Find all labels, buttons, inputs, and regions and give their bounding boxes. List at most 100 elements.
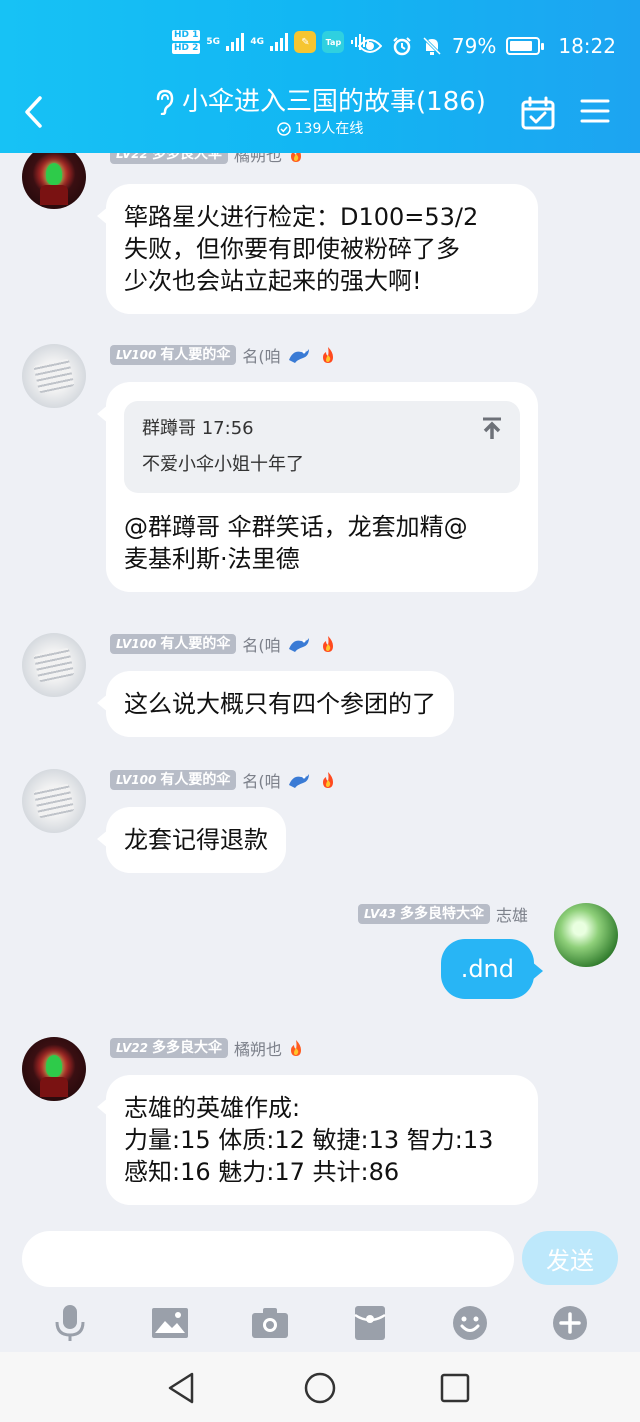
avatar[interactable]	[22, 769, 86, 833]
sender-nick[interactable]: 橘朔也	[234, 153, 282, 166]
status-bar: HD 1 HD 2 5G 4G ✎ Tap 79% 18:22	[0, 28, 640, 68]
message-bubble[interactable]: 筚路星火进行检定：D100=53/2 失败，但你要有即使被粉碎了多 少次也会站立…	[97, 184, 538, 314]
chat-header: HD 1 HD 2 5G 4G ✎ Tap 79% 18:22 小伞进入三国的故	[0, 0, 640, 153]
hd-indicators: HD 1 HD 2	[172, 30, 201, 54]
fire-icon	[291, 1040, 301, 1056]
camera-button[interactable]	[250, 1303, 290, 1343]
quote-header: 群蹲哥 17:56	[142, 418, 254, 439]
mic-icon	[55, 1304, 85, 1341]
red-packet-button[interactable]	[350, 1303, 390, 1343]
chat-history[interactable]: LV22 多多良大伞 橘朔也 筚路星火进行检定：D100=53/2 失败，但你要有…	[0, 153, 640, 1228]
avatar[interactable]	[22, 153, 86, 209]
message-line: 少次也会站立起来的强大啊!	[124, 267, 422, 295]
message-text: .dnd	[460, 955, 514, 983]
calendar-check-icon[interactable]	[520, 96, 556, 130]
system-nav-bar	[0, 1352, 640, 1422]
quote-text: 不爱小伞小姐十年了	[142, 454, 304, 475]
message-bubble[interactable]: 群蹲哥 17:56 不爱小伞小姐十年了 @群蹲哥 伞群笑话，龙套加精@ 麦基利斯…	[97, 382, 538, 592]
plus-icon	[553, 1305, 587, 1340]
red-packet-icon	[354, 1305, 386, 1340]
sender-nick[interactable]: 名(咱	[242, 768, 280, 792]
message-line: 志雄的英雄作成:	[124, 1094, 301, 1122]
signal-1-icon	[226, 33, 245, 51]
avatar[interactable]	[554, 903, 618, 967]
emoji-button[interactable]	[450, 1303, 490, 1343]
input-bar: 发送	[0, 1228, 640, 1293]
level-badge: LV43 多多良特大伞	[358, 904, 490, 924]
fire-icon	[322, 347, 333, 363]
online-check-icon	[276, 122, 291, 136]
nav-recents-icon[interactable]	[437, 1370, 473, 1406]
message-text: 龙套记得退款	[124, 826, 268, 854]
sender-meta: LV100 有人要的伞 名(咱	[110, 344, 339, 366]
hd2-badge: HD 2	[172, 43, 201, 54]
network-4g-label: 4G	[250, 37, 265, 47]
message-bubble[interactable]: 龙套记得退款	[97, 807, 286, 873]
network-5g-label: 5G	[206, 37, 221, 47]
hamburger-menu-icon[interactable]	[580, 98, 610, 124]
mute-bell-icon	[422, 36, 441, 56]
dragon-icon	[288, 638, 309, 652]
avatar[interactable]	[22, 633, 86, 697]
message-text: 这么说大概只有四个参团的了	[124, 690, 436, 718]
level-badge: LV22 多多良大伞	[110, 1038, 228, 1058]
dragon-icon	[288, 349, 309, 363]
sender-nick[interactable]: 志雄	[496, 902, 528, 926]
avatar[interactable]	[22, 1037, 86, 1101]
sender-meta: LV100 有人要的伞 名(咱	[110, 633, 339, 655]
image-button[interactable]	[150, 1303, 190, 1343]
level-badge: LV100 有人要的伞	[110, 345, 237, 365]
signal-2-icon	[270, 33, 289, 51]
fire-icon	[322, 772, 333, 788]
online-count: 139人在线	[276, 120, 364, 138]
sender-nick[interactable]: 名(咱	[242, 343, 280, 367]
message-line: @群蹲哥 伞群笑话，龙套加精@	[124, 513, 468, 541]
chat-title: 小伞进入三国的故事(186)	[182, 87, 486, 117]
mic-button[interactable]	[50, 1303, 90, 1343]
message-line: 失败，但你要有即使被粉碎了多	[124, 235, 460, 263]
dragon-icon	[288, 774, 309, 788]
sender-nick[interactable]: 名(咱	[242, 632, 280, 656]
message-bubble[interactable]: 这么说大概只有四个参团的了	[97, 671, 454, 737]
sender-nick[interactable]: 橘朔也	[234, 1036, 282, 1060]
sender-meta: LV22 多多良大伞 橘朔也	[110, 153, 304, 165]
back-chevron-icon[interactable]	[20, 94, 50, 130]
eye-icon	[357, 39, 382, 53]
jump-to-top-icon[interactable]	[482, 417, 502, 441]
camera-icon	[252, 1307, 288, 1338]
message-bubble[interactable]: 志雄的英雄作成: 力量:15 体质:12 敏捷:13 智力:13 感知:16 魅…	[97, 1075, 538, 1205]
message-line: 筚路星火进行检定：D100=53/2	[124, 203, 479, 231]
battery-percent: 79%	[451, 34, 497, 58]
sender-meta: LV22 多多良大伞 橘朔也	[110, 1037, 304, 1059]
plus-button[interactable]	[550, 1303, 590, 1343]
emoji-icon	[453, 1305, 487, 1340]
alarm-icon	[393, 37, 411, 56]
nav-back-icon[interactable]	[164, 1370, 200, 1406]
quoted-message[interactable]: 群蹲哥 17:56 不爱小伞小姐十年了	[124, 401, 520, 493]
nav-home-icon[interactable]	[302, 1370, 338, 1406]
level-badge: LV100 有人要的伞	[110, 770, 237, 790]
level-badge: LV22 多多良大伞	[110, 153, 228, 164]
tap-app-icon: Tap	[322, 31, 345, 53]
notes-app-icon: ✎	[294, 31, 317, 53]
message-line: 麦基利斯·法里德	[124, 545, 300, 573]
message-line: 感知:16 魅力:17 共计:86	[124, 1158, 400, 1186]
image-icon	[152, 1307, 188, 1338]
clock-time: 18:22	[558, 34, 616, 58]
message-input[interactable]	[22, 1231, 514, 1287]
message-bubble[interactable]: .dnd	[440, 939, 544, 999]
status-left: HD 1 HD 2 5G 4G ✎ Tap	[172, 30, 372, 54]
hd1-badge: HD 1	[172, 30, 201, 41]
chat-title-area[interactable]: 小伞进入三国的故事(186) 139人在线	[130, 84, 510, 144]
ear-icon	[156, 89, 174, 115]
fire-icon	[291, 153, 301, 162]
online-count-label: 139人在线	[294, 121, 364, 137]
status-right: 79% 18:22	[357, 34, 616, 58]
message-line: 力量:15 体质:12 敏捷:13 智力:13	[124, 1126, 494, 1154]
level-badge: LV100 有人要的伞	[110, 634, 237, 654]
input-toolbar	[0, 1295, 640, 1350]
avatar[interactable]	[22, 344, 86, 408]
sender-meta: LV100 有人要的伞 名(咱	[110, 769, 339, 791]
sender-meta: LV43 多多良特大伞 志雄	[358, 903, 528, 925]
send-button[interactable]: 发送	[522, 1231, 618, 1285]
